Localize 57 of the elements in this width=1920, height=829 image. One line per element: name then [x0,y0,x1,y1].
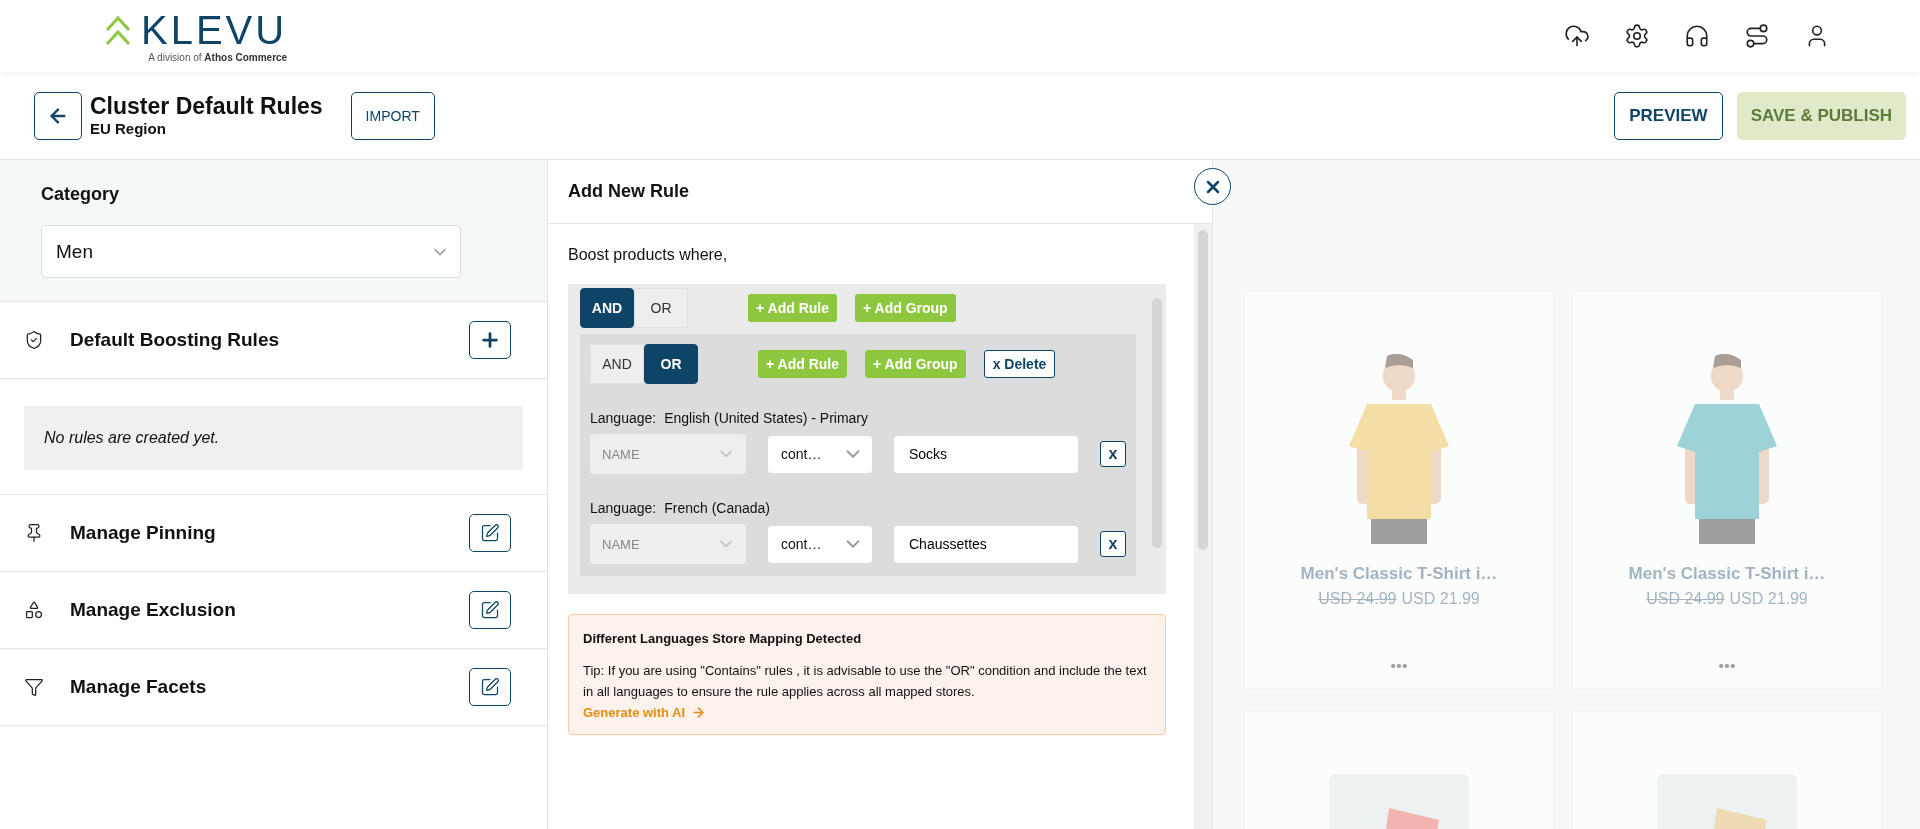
language-name: English (United States) - Primary [664,410,869,426]
value-input[interactable]: Chaussettes [894,525,1078,563]
intro-text: Boost products where, [568,246,729,264]
page-title: Cluster Default Rules [90,94,323,120]
empty-message: No rules are created yet. [44,429,220,447]
old-price: USD 24.99 [1318,590,1397,608]
product-title: Men's Classic T-Shirt i… [1628,564,1826,584]
edit-icon [480,523,500,543]
preview-button[interactable]: PREVIEW [1614,91,1723,140]
add-button[interactable] [469,321,511,359]
cloud-upload-icon[interactable] [1564,23,1590,49]
edit-button[interactable] [469,591,511,629]
product-title: Men's Classic T-Shirt i… [1300,564,1498,584]
settings-icon[interactable] [1624,23,1650,49]
operator-tab[interactable]: OR [644,344,698,384]
logo-tagline: A division of Athos Commerce [148,51,288,63]
funnel-icon [24,677,44,697]
operator-tab[interactable]: AND [590,344,644,384]
old-price: USD 24.99 [1646,590,1725,608]
remove-rule-button[interactable]: x [1100,531,1126,557]
category-select[interactable]: Men [41,225,461,278]
section-title: Manage Pinning [70,522,217,544]
arrow-right-icon [691,704,707,720]
tip-title: Different Languages Store Mapping Detected [583,631,862,646]
edit-button[interactable] [469,514,511,552]
condition-select[interactable]: cont… [768,525,872,563]
route-icon[interactable] [1744,23,1770,49]
language-label: Language: [590,500,657,516]
edit-button[interactable] [469,668,511,706]
condition-select[interactable]: cont… [768,435,872,473]
panel-title: Add New Rule [568,181,689,202]
section-title: Manage Exclusion [70,599,237,621]
language-name: French (Canada) [664,500,770,516]
section-title: Manage Facets [70,676,208,698]
section-title: Default Boosting Rules [70,329,280,351]
category-label: Category [41,184,121,205]
headphones-icon[interactable] [1684,23,1710,49]
delete-button[interactable]: x Delete [983,350,1056,378]
logo-text: KLEVU [141,9,288,50]
chevrons-up-icon [105,13,131,46]
back-button[interactable] [34,91,82,140]
value-input[interactable]: Socks [894,435,1078,473]
language-label: Language: [590,410,657,426]
shield-check-icon [24,330,44,350]
scrollbar-thumb[interactable] [1198,230,1208,550]
edit-icon [480,677,500,697]
operator-tab[interactable]: OR [634,288,688,328]
tip-text: Tip: If you are using "Contains" rules , it is advisable to use the "OR" condition and include the text in all languages to ensure the rule applies across all mapped stores. [583,662,1148,702]
page-subtitle: EU Region [90,119,167,137]
shapes-icon [24,600,44,620]
operator-tab[interactable]: AND [580,288,634,328]
plus-icon [479,329,501,351]
price: USD 21.99 [1729,590,1808,608]
import-button[interactable]: IMPORT [350,91,435,140]
edit-icon [480,600,500,620]
price: USD 21.99 [1401,590,1480,608]
remove-rule-button[interactable]: x [1100,441,1126,467]
